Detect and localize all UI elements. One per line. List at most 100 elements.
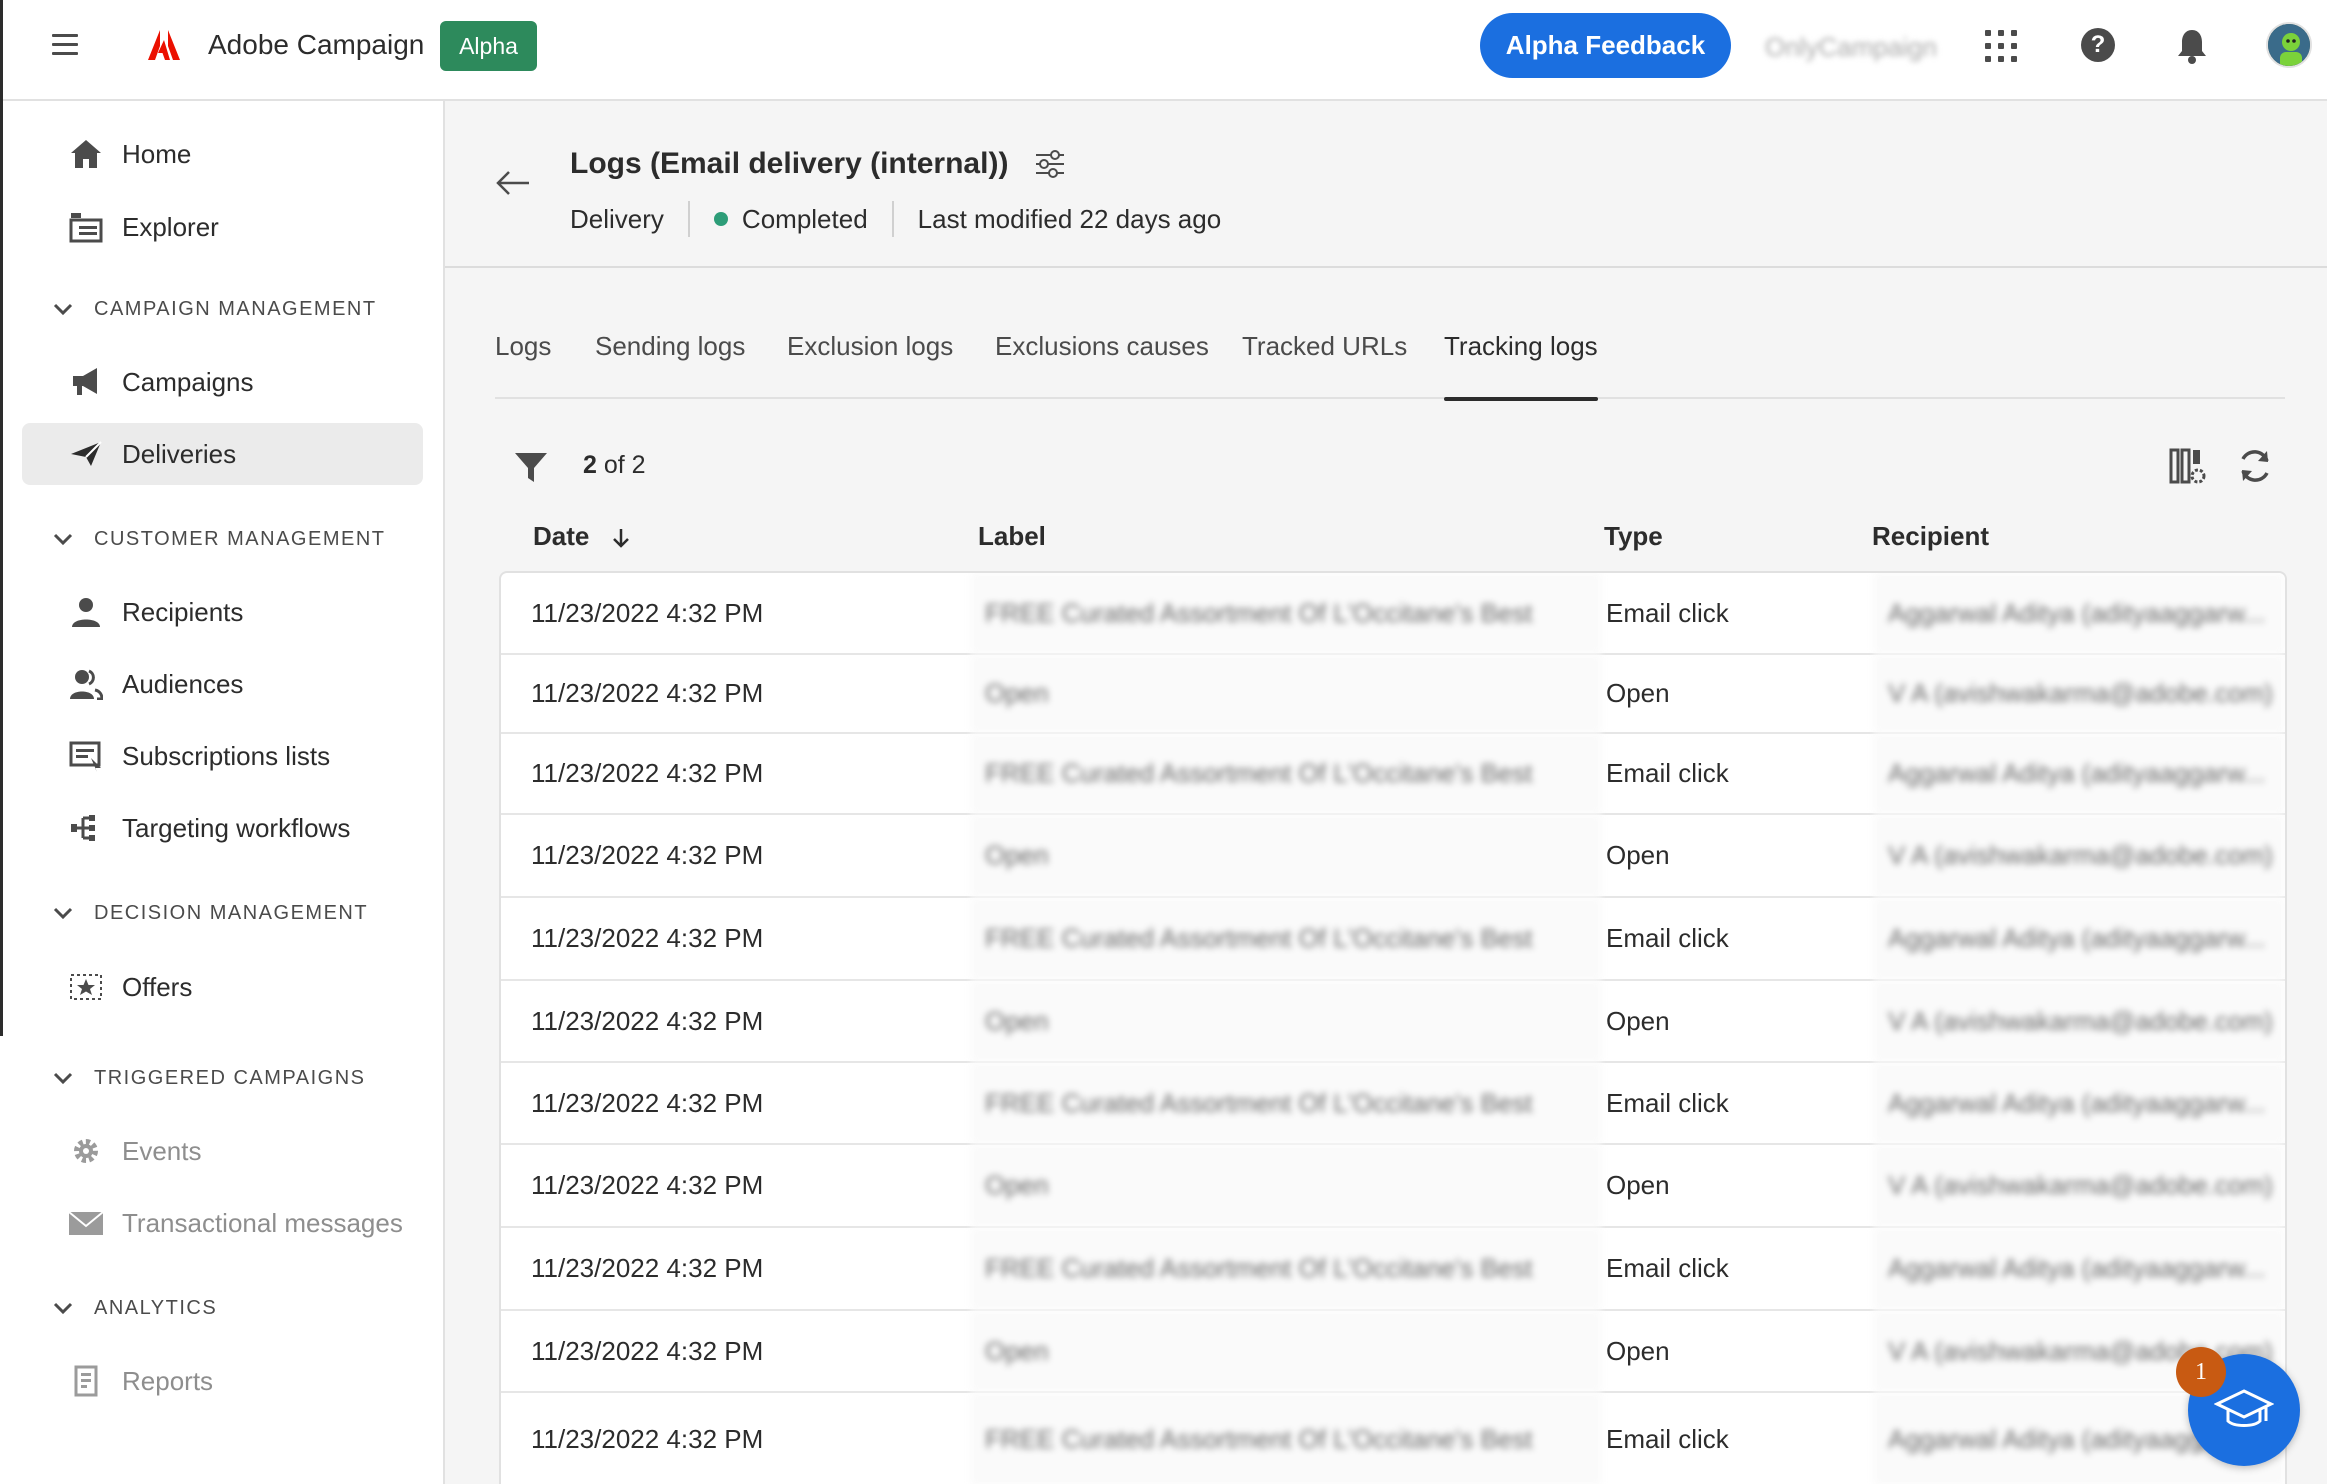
delivery-meta: Delivery Completed Last modified 22 days… — [570, 199, 1221, 239]
cell-label: FREE Curated Assortment Of L'Occitane's … — [971, 573, 1601, 653]
window-edge — [0, 101, 3, 1036]
cell-recipient: Aggarwal Aditya (adityaaggarw... — [1874, 898, 2284, 979]
cell-type: Open — [1606, 678, 1670, 708]
sidebar-item-label: Audiences — [122, 668, 244, 699]
cell-date: 11/23/2022 4:32 PM — [531, 1170, 764, 1200]
table-row[interactable]: 11/23/2022 4:32 PM Open Open V A (avishwaka… — [501, 1145, 2285, 1228]
home-icon — [68, 136, 104, 172]
section-analytics[interactable]: ANALYTICS — [52, 1293, 217, 1323]
cell-recipient: Aggarwal Aditya (adityaaggarw... — [1874, 1063, 2284, 1143]
workflow-icon — [68, 810, 104, 846]
table-row[interactable]: 11/23/2022 4:32 PM FREE Curated Assortmen… — [501, 734, 2285, 815]
sidebar-item-audiences[interactable]: Audiences — [22, 653, 423, 715]
menu-icon[interactable] — [52, 34, 78, 56]
cell-date: 11/23/2022 4:32 PM — [531, 597, 764, 628]
result-count: 2 of 2 — [583, 451, 646, 479]
filter-icon[interactable] — [513, 449, 549, 485]
section-campaign-management[interactable]: CAMPAIGN MANAGEMENT — [52, 294, 377, 324]
section-triggered-campaigns[interactable]: TRIGGERED CAMPAIGNS — [52, 1063, 366, 1093]
cell-label: Open — [971, 655, 1601, 732]
sidebar-item-label: Reports — [122, 1365, 214, 1396]
cell-type: Email click — [1606, 1087, 1729, 1118]
sidebar-item-targeting-workflows[interactable]: Targeting workflows — [22, 797, 423, 859]
cell-type: Email click — [1606, 597, 1729, 628]
sort-descending-icon[interactable] — [611, 527, 631, 549]
sidebar-item-label: Explorer — [122, 211, 219, 242]
table-row[interactable]: 11/23/2022 4:32 PM Open Open V A (avishwaka… — [501, 655, 2285, 734]
apps-grid-icon[interactable] — [1985, 30, 2017, 62]
table-row[interactable]: 11/23/2022 4:32 PM FREE Curated Assortmen… — [501, 573, 2285, 655]
help-icon[interactable]: ? — [2081, 28, 2115, 62]
cell-label: Open — [971, 981, 1601, 1061]
cell-recipient: V A (avishwakarma@adobe.com) — [1874, 981, 2284, 1061]
cell-label: Open — [971, 815, 1601, 896]
cell-type: Open — [1606, 840, 1670, 870]
chevron-down-icon — [53, 303, 73, 316]
cell-type: Email click — [1606, 1253, 1729, 1283]
chevron-down-icon — [53, 533, 73, 546]
column-header-recipient[interactable]: Recipient — [1872, 521, 1989, 552]
section-decision-management[interactable]: DECISION MANAGEMENT — [52, 898, 368, 928]
tab-logs[interactable]: Logs — [495, 331, 551, 399]
sidebar-item-offers[interactable]: Offers — [22, 956, 423, 1018]
org-switcher[interactable]: OnlyCampaign — [1765, 32, 1937, 63]
back-arrow-icon[interactable] — [495, 165, 531, 201]
tab-tracked-urls[interactable]: Tracked URLs — [1242, 331, 1407, 399]
app-name[interactable]: Adobe Campaign — [208, 29, 424, 61]
sidebar-item-recipients[interactable]: Recipients — [22, 581, 423, 643]
window-edge — [0, 0, 3, 101]
sliders-icon[interactable] — [1033, 147, 1067, 181]
last-modified: Last modified 22 days ago — [917, 203, 1222, 234]
sidebar-item-subscriptions-lists[interactable]: Subscriptions lists — [22, 725, 423, 787]
list-icon — [68, 738, 104, 774]
section-label: CAMPAIGN MANAGEMENT — [94, 297, 377, 320]
divider — [891, 201, 894, 237]
bell-icon[interactable] — [2176, 28, 2208, 64]
cell-date: 11/23/2022 4:32 PM — [531, 758, 764, 788]
tab-exclusion-logs[interactable]: Exclusion logs — [787, 331, 953, 399]
table-row[interactable]: 11/23/2022 4:32 PM FREE Curated Assortmen… — [501, 1228, 2285, 1311]
cell-recipient: Aggarwal Aditya (adityaaggarw... — [1874, 734, 2284, 813]
column-settings-icon[interactable] — [2169, 447, 2207, 485]
refresh-icon[interactable] — [2236, 447, 2274, 485]
tab-tracking-logs[interactable]: Tracking logs — [1444, 331, 1598, 401]
cell-date: 11/23/2022 4:32 PM — [531, 840, 764, 870]
sidebar-item-deliveries[interactable]: Deliveries — [22, 423, 423, 485]
section-customer-management[interactable]: CUSTOMER MANAGEMENT — [52, 524, 385, 554]
sidebar-item-campaigns[interactable]: Campaigns — [22, 351, 423, 413]
table-row[interactable]: 11/23/2022 4:32 PM Open Open V A (avishwaka… — [501, 981, 2285, 1063]
chevron-down-icon — [53, 1302, 73, 1315]
sidebar-item-reports[interactable]: Reports — [22, 1350, 423, 1412]
notification-count-badge: 1 — [2176, 1347, 2226, 1397]
table-row[interactable]: 11/23/2022 4:32 PM Open Open V A (avishwaka… — [501, 1311, 2285, 1393]
sidebar-item-events[interactable]: Events — [22, 1120, 423, 1182]
sidebar-item-home[interactable]: Home — [22, 123, 423, 185]
sidebar-item-explorer[interactable]: Explorer — [22, 196, 423, 258]
users-icon — [68, 666, 104, 702]
user-icon — [68, 594, 104, 630]
megaphone-icon — [68, 364, 104, 400]
table-row[interactable]: 11/23/2022 4:32 PM Open Open V A (avishwaka… — [501, 815, 2285, 898]
cell-type: Open — [1606, 1005, 1670, 1036]
page-title: Logs (Email delivery (internal)) — [570, 147, 1009, 180]
table-row[interactable]: 11/23/2022 4:32 PM FREE Curated Assortmen… — [501, 1063, 2285, 1145]
sidebar-item-transactional-messages[interactable]: Transactional messages — [22, 1192, 423, 1254]
cell-type: Email click — [1606, 923, 1729, 953]
cell-label: Open — [971, 1311, 1601, 1391]
tab-exclusions-causes[interactable]: Exclusions causes — [995, 331, 1209, 399]
column-header-type[interactable]: Type — [1604, 521, 1663, 552]
column-header-label[interactable]: Label — [978, 521, 1046, 552]
avatar[interactable] — [2266, 22, 2312, 68]
cell-type: Open — [1606, 1170, 1670, 1200]
table-row[interactable]: 11/23/2022 4:32 PM FREE Curated Assortmen… — [501, 898, 2285, 981]
table-row[interactable]: 11/23/2022 4:32 PM FREE Curated Assortmen… — [501, 1393, 2285, 1484]
tab-sending-logs[interactable]: Sending logs — [595, 331, 745, 399]
cell-label: FREE Curated Assortment Of L'Occitane's … — [971, 1228, 1601, 1309]
alpha-feedback-button[interactable]: Alpha Feedback — [1480, 13, 1731, 78]
page-header: Logs (Email delivery (internal)) Deliver… — [445, 101, 2327, 268]
cell-date: 11/23/2022 4:32 PM — [531, 1087, 764, 1118]
cell-label: FREE Curated Assortment Of L'Occitane's … — [971, 734, 1601, 813]
sidebar-item-label: Home — [122, 138, 192, 169]
column-header-date[interactable]: Date — [533, 521, 631, 552]
cell-recipient: Aggarwal Aditya (adityaaggarw... — [1874, 573, 2284, 653]
